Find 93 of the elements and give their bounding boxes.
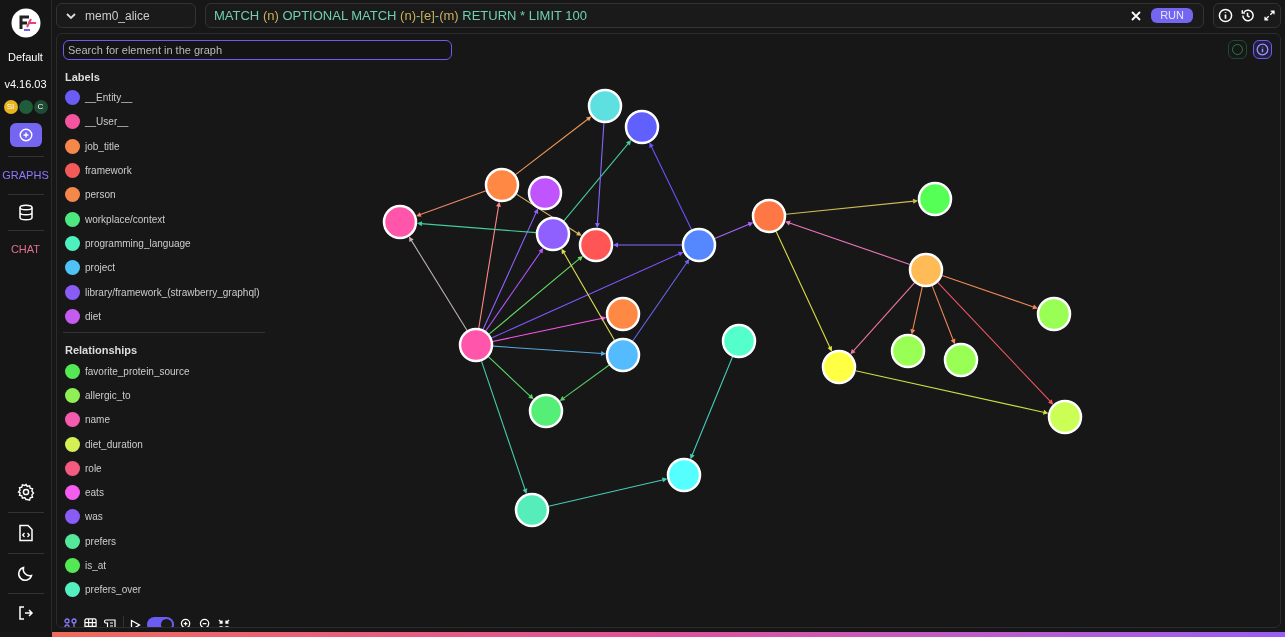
graph-node[interactable] [605, 337, 641, 373]
moon-icon[interactable] [17, 565, 34, 582]
graph-edge[interactable] [850, 282, 916, 355]
graph-node[interactable] [528, 393, 564, 429]
legend-label[interactable]: was [85, 509, 103, 525]
legend-label[interactable]: eats [85, 485, 104, 501]
status-badge: C [33, 100, 48, 114]
section-heading: Labels [65, 70, 101, 85]
fit-view-icon[interactable] [218, 618, 230, 627]
legend-label[interactable]: workplace/context [85, 211, 166, 227]
graph-edge[interactable] [490, 251, 684, 339]
graph-node[interactable] [605, 296, 641, 332]
scroll-icon[interactable] [103, 617, 117, 627]
legend-label[interactable]: person [85, 187, 116, 203]
close-icon[interactable] [1130, 9, 1143, 22]
graph-edge[interactable] [482, 208, 539, 331]
graph-node[interactable] [458, 327, 494, 363]
legend-label[interactable]: diet_duration [85, 436, 143, 452]
graph-edge[interactable] [559, 364, 610, 401]
graph-edge[interactable] [488, 255, 583, 335]
legend-label[interactable]: programming_language [85, 235, 191, 251]
run-button[interactable]: RUN [1151, 8, 1193, 23]
graph-node[interactable] [666, 457, 702, 493]
query-text: MATCH (n) OPTIONAL MATCH (n)-[e]-(m) RETURN * LIMIT 100 [214, 6, 588, 25]
graph-node[interactable] [527, 175, 563, 211]
legend-label[interactable]: __User__ [85, 114, 129, 130]
history-icon[interactable] [1240, 8, 1256, 23]
graph-edge[interactable] [910, 286, 923, 335]
graph-edge[interactable] [492, 345, 607, 356]
graph-node[interactable] [681, 227, 717, 263]
graphs-tab[interactable]: GRAPHS [2, 167, 49, 184]
workspace-name: Default [8, 50, 43, 65]
settings-icon[interactable] [16, 483, 35, 501]
legend-label[interactable]: prefers_over [85, 582, 142, 598]
logo [10, 8, 41, 38]
graph-edge[interactable] [561, 248, 616, 341]
play-icon[interactable] [130, 618, 141, 627]
graph-node[interactable] [890, 333, 926, 369]
legend-label[interactable]: project [85, 260, 115, 276]
legend-label[interactable]: library/framework_(strawberry_graphql) [85, 284, 260, 300]
add-button[interactable] [9, 123, 42, 147]
graph-edge[interactable] [492, 316, 607, 343]
graph-node[interactable] [821, 349, 857, 385]
legend-label[interactable]: job_title [85, 138, 120, 154]
graph-node[interactable] [751, 198, 787, 234]
graph-node[interactable] [943, 342, 979, 378]
graph-edge[interactable] [931, 285, 956, 345]
graph-node[interactable] [578, 227, 614, 263]
graph-node[interactable] [1047, 399, 1083, 435]
query-editor[interactable]: MATCH (n) OPTIONAL MATCH (n)-[e]-(m) RETURN * LIMIT 100 RUN [205, 3, 1204, 28]
graph-node[interactable] [514, 492, 550, 528]
legend-label[interactable]: allergic_to [85, 387, 131, 403]
graph-node[interactable] [721, 323, 757, 359]
add-circle-icon [18, 128, 33, 142]
graph-view-icon[interactable] [64, 617, 78, 627]
legend-label[interactable]: __Entity__ [85, 90, 133, 106]
legend-label[interactable]: prefers [85, 533, 117, 549]
graph-node[interactable] [587, 88, 623, 124]
graph-edge[interactable] [548, 477, 668, 507]
legend-label[interactable]: role [85, 460, 102, 476]
graph-edge[interactable] [416, 221, 537, 234]
database-icon[interactable] [17, 203, 34, 221]
graph-node[interactable] [908, 252, 944, 288]
code-file-icon[interactable] [17, 524, 34, 542]
graph-node[interactable] [917, 181, 953, 217]
version-label: v4.16.03 [4, 76, 47, 92]
status-badge: SI [3, 100, 18, 114]
section-heading: Relationships [65, 343, 139, 359]
legend-label[interactable]: favorite_protein_source [85, 363, 190, 379]
graph-node[interactable] [535, 216, 571, 252]
status-button[interactable] [1228, 40, 1247, 59]
legend-label[interactable]: is_at [85, 558, 107, 573]
search-field[interactable]: Search for element in the graph [63, 40, 452, 60]
graph-node[interactable] [382, 204, 418, 240]
legend-label[interactable]: framework [85, 163, 132, 179]
graph-select[interactable]: mem0_alice [56, 3, 196, 28]
expand-icon[interactable] [1263, 9, 1277, 22]
graph-edge[interactable] [785, 198, 919, 215]
legend-label[interactable]: diet [85, 308, 102, 324]
legend-label[interactable]: name [85, 412, 110, 428]
graph-node[interactable] [484, 167, 520, 203]
graph-edge[interactable] [937, 281, 1054, 405]
chat-tab[interactable]: CHAT [10, 240, 41, 257]
graph-node[interactable] [1036, 296, 1072, 332]
graph-edge[interactable] [480, 360, 528, 494]
graph-edge[interactable] [487, 356, 534, 400]
graph-node[interactable] [624, 109, 660, 145]
info-button[interactable] [1253, 40, 1272, 59]
graph-edge[interactable] [478, 201, 501, 329]
graph-edge[interactable] [632, 259, 690, 342]
logout-icon[interactable] [17, 605, 34, 621]
info-icon[interactable] [1217, 8, 1233, 23]
graph-edge[interactable] [855, 370, 1049, 415]
